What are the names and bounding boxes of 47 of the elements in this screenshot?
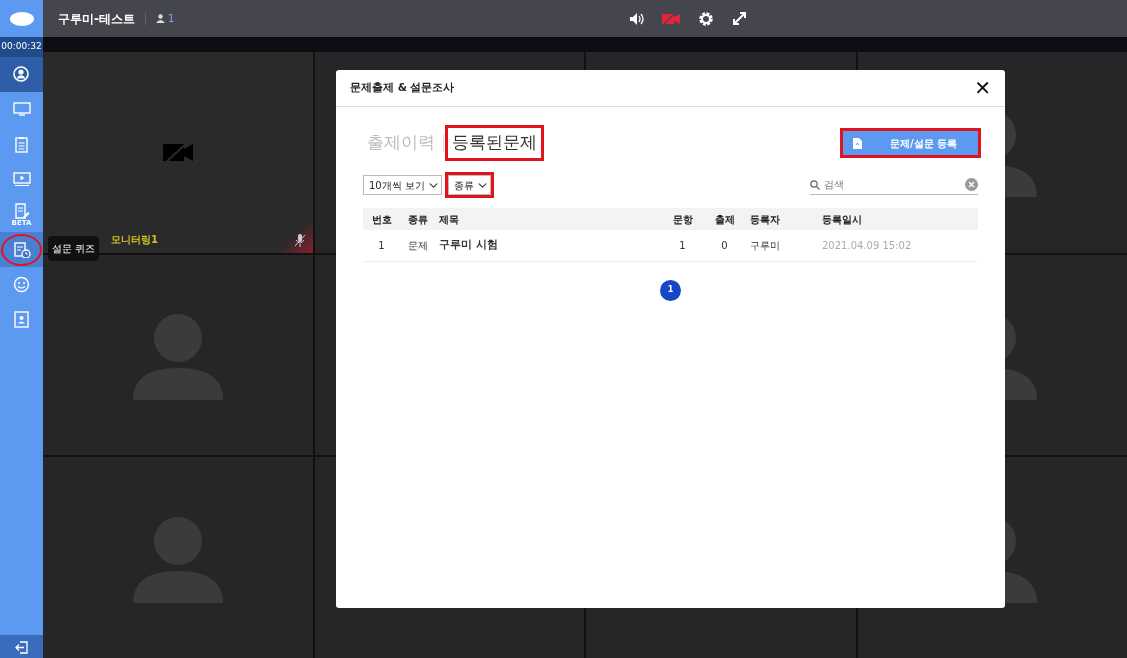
page-size-select[interactable]: 10개씩 보기: [363, 175, 442, 195]
column-header: 등록일시: [818, 208, 978, 230]
user-icon: [156, 14, 165, 23]
mic-off-icon: [294, 233, 305, 247]
column-header: 제목: [435, 208, 662, 230]
column-header: 번호: [363, 208, 401, 230]
person-icon: [12, 66, 31, 83]
column-header: 문항: [662, 208, 704, 230]
search-icon: [810, 179, 820, 190]
page-button[interactable]: 1: [660, 279, 681, 301]
type-select[interactable]: 종류: [448, 175, 491, 195]
modal-title: 문제출제 & 설문조사: [350, 80, 455, 96]
participant-count: 1: [168, 12, 175, 26]
exit-icon: [14, 639, 29, 654]
table-cell: 2021.04.09 15:02: [818, 230, 978, 261]
table-cell: 구루미: [746, 230, 818, 261]
camera-off-icon: [162, 141, 193, 164]
speaker-icon[interactable]: [629, 11, 644, 26]
close-button[interactable]: ✕: [972, 78, 993, 98]
exit-button[interactable]: [0, 635, 43, 658]
column-header: 출제: [704, 208, 746, 230]
table-cell: 문제: [401, 230, 435, 261]
clipboard-icon: [12, 136, 31, 153]
smiley-icon: [12, 276, 31, 293]
tooltip: 설문 퀴즈: [48, 236, 100, 261]
clear-icon[interactable]: [965, 178, 978, 191]
screen-play-icon: [12, 171, 31, 188]
room-title: 구루미-테스트: [58, 10, 135, 28]
sidebar-item[interactable]: [0, 57, 43, 92]
note-pen-icon: [12, 202, 31, 220]
table-cell: 1: [662, 230, 704, 261]
tab[interactable]: 등록된문제: [448, 128, 541, 158]
participant-name: 모니터링1: [111, 232, 158, 247]
expand-icon[interactable]: [732, 11, 747, 26]
table-cell: 구루미 시험: [435, 230, 662, 261]
survey-icon: [12, 241, 31, 258]
column-header: 등록자: [746, 208, 818, 230]
monitor-icon: [12, 101, 31, 118]
cloud-logo: [9, 11, 34, 26]
column-header: 종류: [401, 208, 435, 230]
camera-icon[interactable]: [662, 12, 680, 25]
settings-icon[interactable]: [698, 10, 714, 27]
document-icon: [853, 137, 862, 149]
timer-label: 00:00:32: [0, 37, 43, 57]
table-cell: 1: [363, 230, 401, 261]
table-cell: 0: [704, 230, 746, 261]
contact-icon: [12, 311, 31, 328]
